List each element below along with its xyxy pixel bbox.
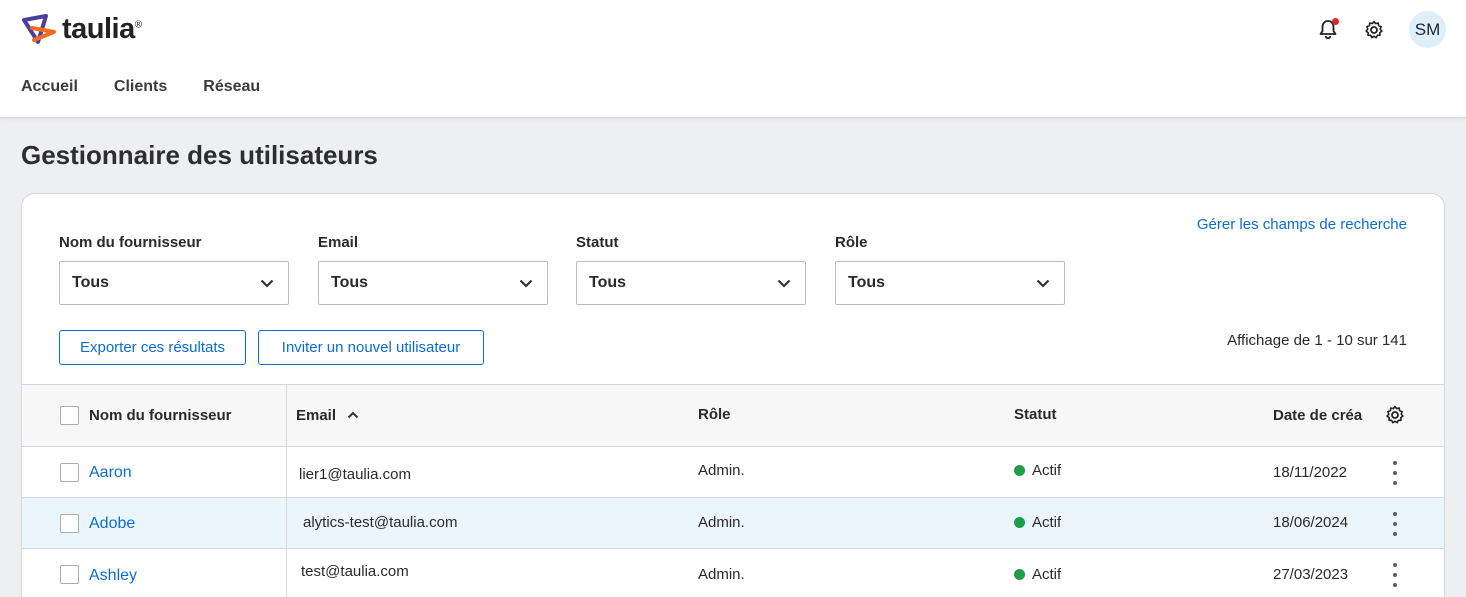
- status-label: Actif: [1032, 462, 1062, 479]
- filter-status: Statut Tous: [576, 234, 806, 305]
- select-value: Tous: [589, 274, 627, 291]
- role-select[interactable]: Tous: [835, 261, 1065, 305]
- table-settings-icon[interactable]: [1385, 405, 1405, 425]
- user-avatar[interactable]: SM: [1409, 11, 1446, 48]
- column-divider: [286, 447, 287, 497]
- select-value: Tous: [331, 274, 369, 291]
- invite-user-button[interactable]: Inviter un nouvel utilisateur: [258, 330, 484, 365]
- supplier-select[interactable]: Tous: [59, 261, 289, 305]
- date-cell: 18/06/2024: [1273, 514, 1349, 531]
- filter-label: Email: [318, 234, 359, 251]
- status-label: Actif: [1032, 566, 1062, 583]
- main-nav: Accueil Clients Réseau: [21, 78, 260, 96]
- row-actions-menu-icon[interactable]: [1386, 563, 1404, 587]
- select-value: Tous: [848, 274, 886, 291]
- export-results-button[interactable]: Exporter ces résultats: [59, 330, 246, 365]
- filter-supplier: Nom du fournisseur Tous: [59, 234, 289, 305]
- status-active-dot: [1014, 569, 1025, 580]
- filter-role: Rôle Tous: [835, 234, 1065, 305]
- chevron-down-icon: [260, 279, 274, 288]
- row-checkbox[interactable]: [60, 514, 79, 533]
- column-divider: [286, 549, 287, 597]
- select-value: Tous: [72, 274, 110, 291]
- supplier-link[interactable]: Aaron: [89, 464, 135, 482]
- status-active-dot: [1014, 465, 1025, 476]
- role-cell: Admin.: [698, 462, 745, 479]
- column-divider[interactable]: [286, 385, 287, 446]
- status-cell: Actif: [1014, 462, 1061, 479]
- status-select[interactable]: Tous: [576, 261, 806, 305]
- column-header-email[interactable]: Email: [296, 407, 359, 424]
- email-cell: alytics-test@taulia.com: [303, 514, 458, 531]
- table-row[interactable]: Adobe alytics-test@taulia.com Admin. Act…: [22, 498, 1444, 549]
- filter-label: Rôle: [835, 234, 868, 251]
- status-cell: Actif: [1014, 566, 1061, 583]
- notification-dot: [1332, 17, 1339, 25]
- select-all-checkbox[interactable]: [60, 406, 79, 425]
- status-cell: Actif: [1014, 514, 1061, 531]
- column-header-supplier[interactable]: Nom du fournisseur: [89, 407, 232, 424]
- user-manager-card: Gérer les champs de recherche Nom du fou…: [21, 193, 1445, 597]
- filter-label: Statut: [576, 234, 619, 251]
- sort-ascending-icon: [347, 411, 359, 419]
- email-cell: lier1@taulia.com: [299, 466, 411, 483]
- email-cell: test@taulia.com: [301, 563, 409, 580]
- brand-name: taulia®: [62, 12, 142, 45]
- filter-email: Email Tous: [318, 234, 548, 305]
- supplier-link[interactable]: Ashley: [89, 567, 137, 585]
- date-cell: 27/03/2023: [1273, 566, 1349, 583]
- notifications-button[interactable]: [1317, 17, 1339, 41]
- status-active-dot: [1014, 517, 1025, 528]
- column-header-label: Email: [296, 407, 337, 424]
- chevron-down-icon: [519, 279, 533, 288]
- column-divider: [286, 498, 287, 548]
- column-header-status[interactable]: Statut: [1014, 406, 1057, 423]
- table-header: Nom du fournisseur Email Rôle Statut Dat…: [22, 384, 1444, 447]
- table-row[interactable]: Ashley test@taulia.com Admin. Actif 27/0…: [22, 549, 1444, 597]
- row-checkbox[interactable]: [60, 463, 79, 482]
- header-actions: SM: [1317, 11, 1446, 48]
- column-header-date[interactable]: Date de créa: [1273, 407, 1369, 424]
- nav-item-clients[interactable]: Clients: [114, 78, 167, 96]
- supplier-link[interactable]: Adobe: [89, 515, 135, 533]
- column-header-role[interactable]: Rôle: [698, 406, 731, 423]
- date-cell: 18/11/2022: [1273, 464, 1347, 481]
- row-checkbox[interactable]: [60, 565, 79, 584]
- status-label: Actif: [1032, 514, 1062, 531]
- email-select[interactable]: Tous: [318, 261, 548, 305]
- chevron-down-icon: [1036, 279, 1050, 288]
- users-table: Nom du fournisseur Email Rôle Statut Dat…: [22, 384, 1444, 597]
- table-row[interactable]: Aaron lier1@taulia.com Admin. Actif 18/1…: [22, 447, 1444, 498]
- taulia-logo[interactable]: taulia®: [20, 12, 142, 46]
- filter-label: Nom du fournisseur: [59, 234, 202, 251]
- taulia-logo-icon: [22, 14, 56, 44]
- role-cell: Admin.: [698, 514, 745, 531]
- results-count: Affichage de 1 - 10 sur 141: [1227, 332, 1407, 349]
- nav-item-reseau[interactable]: Réseau: [203, 78, 260, 96]
- top-bar: taulia® Accueil Clients Réseau SM: [0, 0, 1466, 118]
- row-actions-menu-icon[interactable]: [1386, 461, 1404, 485]
- page-title: Gestionnaire des utilisateurs: [21, 140, 378, 170]
- chevron-down-icon: [777, 279, 791, 288]
- settings-button[interactable]: [1363, 19, 1385, 41]
- role-cell: Admin.: [698, 566, 745, 583]
- gear-icon: [1365, 20, 1383, 38]
- manage-search-fields-link[interactable]: Gérer les champs de recherche: [1197, 216, 1407, 233]
- row-actions-menu-icon[interactable]: [1386, 512, 1404, 536]
- nav-item-accueil[interactable]: Accueil: [21, 78, 78, 96]
